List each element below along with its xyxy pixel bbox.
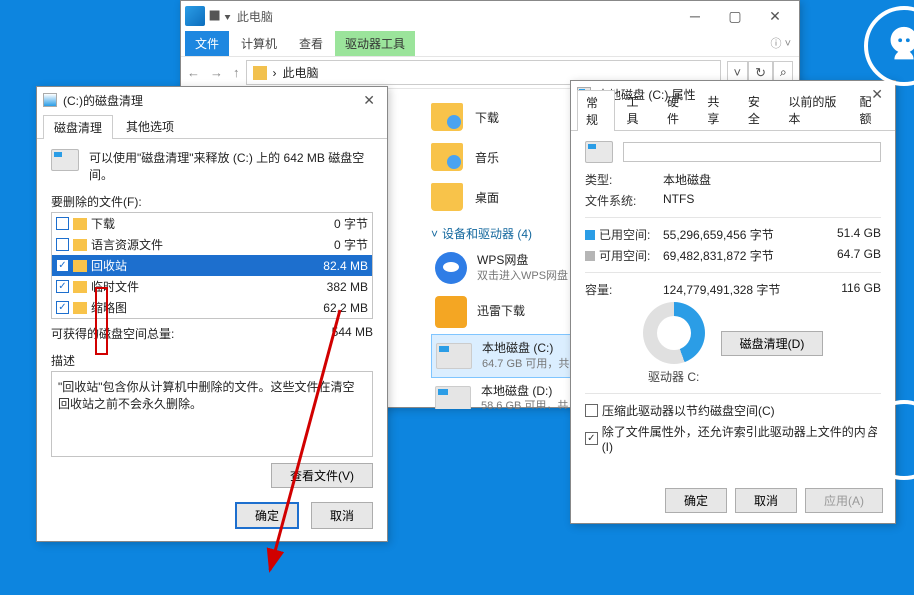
ribbon-tab-file[interactable]: 文件 xyxy=(185,31,229,56)
tab-disk-cleanup[interactable]: 磁盘清理 xyxy=(43,115,113,139)
disk-cleanup-icon xyxy=(43,93,57,107)
maximize-button[interactable]: ▢ xyxy=(715,2,755,30)
view-files-button[interactable]: 查看文件(V) xyxy=(271,463,373,488)
dialog-title: (C:)的磁盘清理 xyxy=(63,92,357,109)
ok-button[interactable]: 确定 xyxy=(235,502,299,529)
checkbox[interactable] xyxy=(56,301,69,314)
explorer-title: 此电脑 xyxy=(237,8,675,25)
downloads-folder-icon xyxy=(431,103,463,131)
gain-label: 可获得的磁盘空间总量: xyxy=(51,325,174,342)
chevron-down-icon: ˅ xyxy=(431,227,438,241)
index-checkbox[interactable] xyxy=(585,432,598,445)
ribbon-tab-computer[interactable]: 计算机 xyxy=(231,31,287,56)
info-text: 可以使用"磁盘清理"来释放 (C:) 上的 642 MB 磁盘空间。 xyxy=(89,149,373,183)
disk-icon xyxy=(51,149,79,171)
file-list-row[interactable]: 语言资源文件 0 字节 xyxy=(52,234,372,255)
tab-other-options[interactable]: 其他选项 xyxy=(115,114,185,138)
tab-tools[interactable]: 工具 xyxy=(617,89,655,130)
ok-button[interactable]: 确定 xyxy=(665,488,727,513)
disk-icon xyxy=(585,141,613,163)
desktop-folder-icon xyxy=(431,183,463,211)
folder-icon xyxy=(73,302,87,314)
disk-usage-donut xyxy=(643,302,705,364)
gain-value: 544 MB xyxy=(332,325,373,342)
checkbox[interactable] xyxy=(56,280,69,293)
cancel-button[interactable]: 取消 xyxy=(735,488,797,513)
tab-previous[interactable]: 以前的版本 xyxy=(779,89,848,130)
minimize-button[interactable]: ─ xyxy=(675,2,715,30)
explorer-icon xyxy=(185,6,205,26)
music-folder-icon xyxy=(431,143,463,171)
checkbox[interactable] xyxy=(56,217,69,230)
nav-forward-icon[interactable]: → xyxy=(210,65,223,80)
folder-icon xyxy=(73,281,87,293)
annotation-highlight-box xyxy=(95,287,108,355)
folder-label: 下载 xyxy=(475,109,499,126)
close-button[interactable]: ✕ xyxy=(755,2,795,30)
explorer-titlebar: ⯀ ▾ 此电脑 ─ ▢ ✕ xyxy=(181,1,799,31)
recycle-bin-icon xyxy=(73,260,87,272)
ribbon: 文件 计算机 查看 驱动器工具 xyxy=(181,31,799,57)
file-list-row[interactable]: 回收站 82.4 MB xyxy=(52,255,372,276)
volume-label-input[interactable] xyxy=(623,142,881,162)
disk-cleanup-button[interactable]: 磁盘清理(D) xyxy=(721,331,824,356)
ribbon-tab-driver[interactable]: 驱动器工具 xyxy=(335,31,415,56)
disk-icon xyxy=(435,386,471,409)
disk-icon xyxy=(436,343,472,369)
compress-checkbox[interactable] xyxy=(585,404,598,417)
close-button[interactable]: ✕ xyxy=(357,92,381,109)
cancel-button[interactable]: 取消 xyxy=(311,502,373,529)
drive-properties-dialog: 本地磁盘 (C:) 属性 ✕ 常规 工具 硬件 共享 安全 以前的版本 配额 类… xyxy=(570,80,896,524)
checkbox[interactable] xyxy=(56,238,69,251)
folder-icon xyxy=(253,66,267,80)
tab-general[interactable]: 常规 xyxy=(577,90,615,131)
tab-sharing[interactable]: 共享 xyxy=(698,89,736,130)
address-path: 此电脑 xyxy=(283,64,319,81)
disk-cleanup-dialog: (C:)的磁盘清理 ✕ 磁盘清理 其他选项 可以使用"磁盘清理"来释放 (C:)… xyxy=(36,86,388,542)
file-list-row[interactable]: 下载 0 字节 xyxy=(52,213,372,234)
nav-up-icon[interactable]: ↑ xyxy=(233,65,240,80)
nav-arrow-icon: › xyxy=(273,66,277,80)
folder-label: 桌面 xyxy=(475,189,499,206)
folder-icon xyxy=(73,239,87,251)
description-box: "回收站"包含你从计算机中删除的文件。这些文件在清空回收站之前不会永久删除。 xyxy=(51,371,373,457)
xunlei-icon xyxy=(435,296,467,328)
folder-label: 音乐 xyxy=(475,149,499,166)
watermark-icon xyxy=(864,6,914,86)
checkbox[interactable] xyxy=(56,259,69,272)
donut-label: 驱动器 C: xyxy=(643,368,705,385)
ribbon-tab-view[interactable]: 查看 xyxy=(289,31,333,56)
tab-hardware[interactable]: 硬件 xyxy=(658,89,696,130)
cloud-icon xyxy=(435,252,467,284)
tab-quota[interactable]: 配额 xyxy=(851,89,889,130)
files-to-delete-label: 要删除的文件(F): xyxy=(51,193,373,210)
free-space-legend-icon xyxy=(585,251,595,261)
used-space-legend-icon xyxy=(585,230,595,240)
ribbon-caret-icon[interactable]: ⓘ ˅ xyxy=(771,35,791,51)
nav-back-icon[interactable]: ← xyxy=(187,65,200,80)
tab-security[interactable]: 安全 xyxy=(739,89,777,130)
apply-button[interactable]: 应用(A) xyxy=(805,488,883,513)
folder-icon xyxy=(73,218,87,230)
